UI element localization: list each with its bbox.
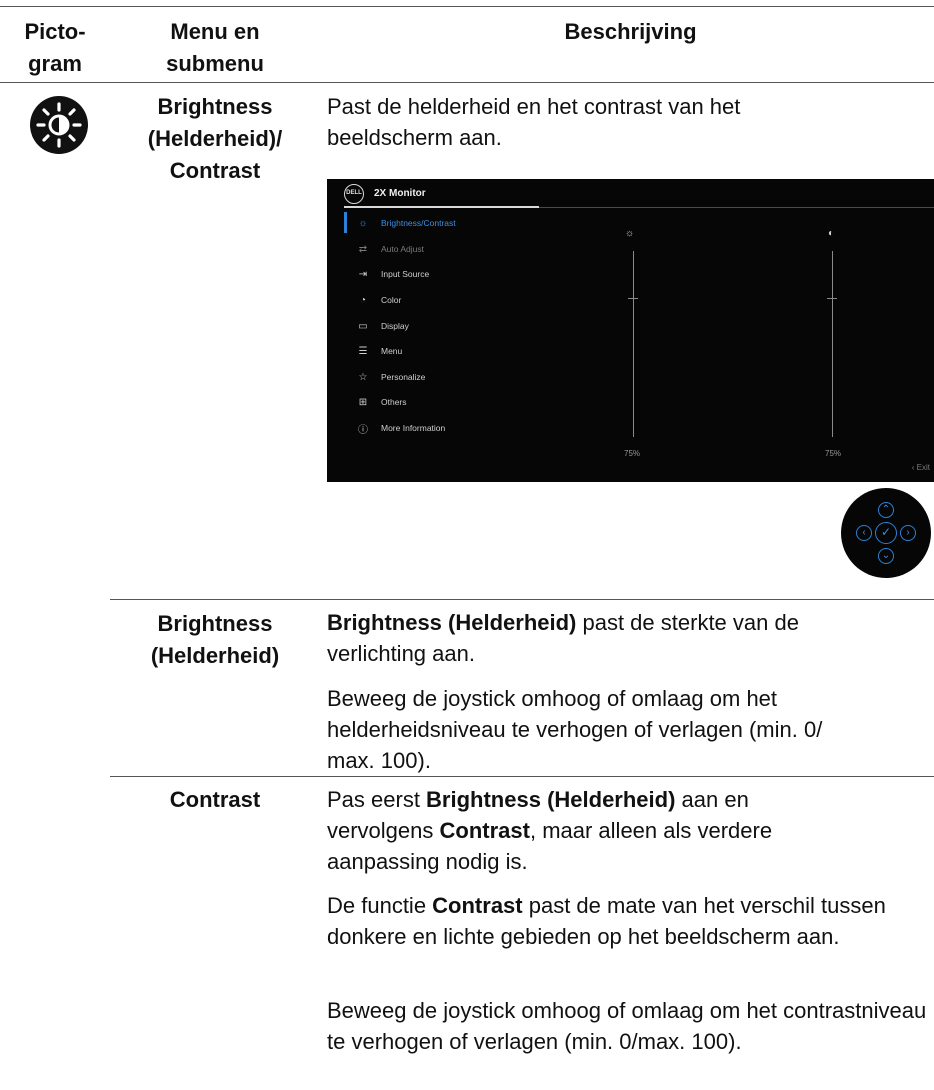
osd-item-label: Menu (381, 346, 403, 356)
osd-divider (539, 207, 934, 208)
osd-item-brightness-contrast[interactable]: ☼ Brightness/Contrast (354, 214, 456, 232)
bold-term: Contrast (432, 893, 523, 918)
bold-term: Brightness (Helderheid) (426, 787, 676, 812)
osd-item-personalize[interactable]: ☆ Personalize (354, 368, 426, 386)
brightness-slider-icon: ☼ (625, 228, 635, 239)
osd-tab-underline (344, 206, 539, 208)
contrast-value: 75% (825, 449, 842, 458)
joystick-graphic: ⌃ ‹ ✓ › ⌄ (841, 488, 931, 578)
row2-paragraph-1: Brightness (Helderheid) past de sterkte … (327, 607, 847, 669)
bold-term: Contrast (439, 818, 530, 843)
osd-title: 2X Monitor (374, 188, 426, 199)
menu-icon: ☰ (358, 345, 368, 357)
info-icon: ⓘ (358, 424, 368, 436)
text-span: Pas eerst (327, 787, 427, 812)
row3-paragraph-1: Pas eerst Brightness (Helderheid) aan en… (327, 784, 837, 877)
osd-selection-marker (344, 212, 347, 233)
row3-top-rule (110, 776, 934, 777)
header-description: Beschrijving (564, 19, 697, 44)
bold-term: Brightness (Helderheid) (327, 610, 577, 635)
monitor-icon: ▭ (358, 320, 368, 332)
osd-item-label: More Information (381, 423, 446, 433)
osd-item-others[interactable]: ⊞ Others (354, 393, 407, 411)
osd-item-label: Input Source (381, 269, 430, 279)
text-span: De functie (327, 893, 433, 918)
joystick-down-icon: ⌄ (878, 548, 894, 564)
osd-item-label: Personalize (381, 372, 426, 382)
osd-item-label: Display (381, 321, 409, 331)
row3-menu-label: Contrast (169, 787, 261, 812)
others-icon: ⊞ (358, 396, 368, 408)
osd-exit-button[interactable]: ‹ Exit (912, 463, 930, 472)
row3-paragraph-3: Beweeg de joystick omhoog of omlaag om h… (327, 998, 927, 1054)
osd-item-label: Brightness/Contrast (381, 218, 456, 228)
table-top-rule (0, 6, 934, 7)
osd-item-label: Auto Adjust (381, 244, 425, 254)
osd-item-more-information[interactable]: ⓘ More Information (354, 419, 445, 437)
osd-item-menu[interactable]: ☰ Menu (354, 342, 403, 360)
brightness-slider-track[interactable] (633, 251, 634, 437)
brightness-value: 75% (624, 449, 641, 458)
header-pictogram: Picto- gram (24, 19, 86, 76)
contrast-slider-track[interactable] (832, 251, 833, 437)
joystick-up-icon: ⌃ (878, 502, 894, 518)
joystick-center-check-icon: ✓ (875, 522, 897, 544)
contrast-slider-icon: ◐ (828, 228, 835, 239)
sun-icon: ☼ (358, 217, 368, 229)
osd-item-auto-adjust[interactable]: ⇄ Auto Adjust (354, 240, 424, 258)
row2-paragraph-2: Beweeg de joystick omhoog of omlaag om h… (327, 686, 823, 773)
row1-menu-label: Brightness (Helderheid)/ Contrast (147, 94, 283, 183)
osd-item-label: Others (381, 397, 407, 407)
brightness-slider-handle[interactable] (628, 297, 638, 299)
osd-item-input-source[interactable]: ⇥ Input Source (354, 265, 429, 283)
joystick-left-icon: ‹ (856, 525, 872, 541)
exit-label: Exit (916, 463, 930, 472)
header-bottom-rule (0, 82, 934, 83)
brightness-sun-icon (30, 96, 88, 154)
osd-menu-screenshot: DELL 2X Monitor ☼ Brightness/Contrast ⇄ Au… (327, 179, 934, 482)
joystick-right-icon: › (900, 525, 916, 541)
star-icon: ☆ (358, 371, 368, 383)
contrast-slider-handle[interactable] (827, 297, 837, 299)
row2-top-rule (110, 599, 934, 600)
osd-item-color[interactable]: ◔ Color (354, 291, 401, 309)
swap-icon: ⇄ (358, 243, 368, 255)
input-icon: ⇥ (358, 268, 368, 280)
osd-item-display[interactable]: ▭ Display (354, 317, 409, 335)
palette-icon: ◔ (359, 294, 367, 306)
osd-item-label: Color (381, 295, 402, 305)
row3-paragraph-2: De functie Contrast past de mate van het… (327, 890, 927, 952)
row1-description: Past de helderheid en het contrast van h… (327, 94, 741, 150)
header-menu: Menu en submenu (166, 19, 264, 76)
row2-menu-label: Brightness (Helderheid) (150, 611, 280, 668)
dell-logo: DELL (344, 184, 364, 204)
